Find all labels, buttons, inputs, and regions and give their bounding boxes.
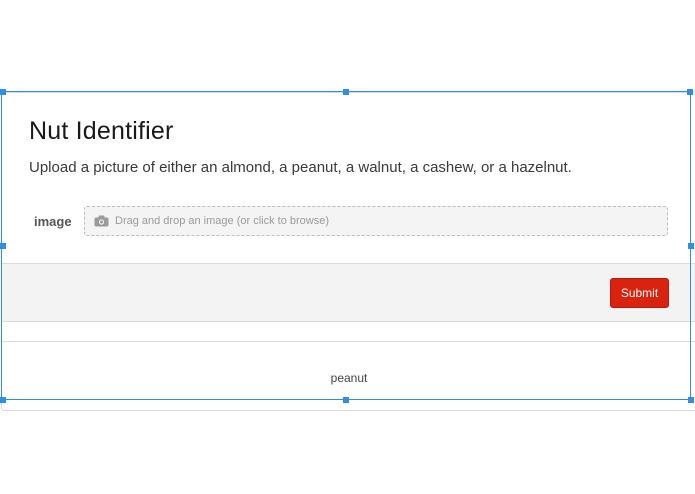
resize-handle-top-center[interactable] [343, 89, 349, 95]
submit-button[interactable]: Submit [610, 278, 669, 308]
resize-handle-top-left[interactable] [0, 89, 6, 95]
upload-placeholder: Drag and drop an image (or click to brow… [115, 215, 329, 227]
form-description: Upload a picture of either an almond, a … [29, 159, 572, 176]
form-footer: Submit [2, 263, 695, 321]
resize-handle-middle-right[interactable] [688, 243, 694, 249]
prediction-result: peanut [330, 371, 368, 385]
image-upload-dropzone[interactable]: Drag and drop an image (or click to brow… [84, 206, 668, 236]
camera-icon [94, 215, 109, 227]
resize-handle-middle-left[interactable] [0, 243, 6, 249]
resize-handle-bottom-center[interactable] [343, 397, 349, 403]
app-canvas: Nut Identifier Upload a picture of eithe… [0, 0, 695, 494]
resize-handle-bottom-left[interactable] [0, 397, 6, 403]
image-field-label: image [34, 214, 72, 229]
nut-identifier-form: Nut Identifier Upload a picture of eithe… [1, 92, 695, 322]
form-title: Nut Identifier [29, 117, 174, 145]
resize-handle-top-right[interactable] [687, 89, 693, 95]
resize-handle-bottom-right[interactable] [688, 397, 694, 403]
